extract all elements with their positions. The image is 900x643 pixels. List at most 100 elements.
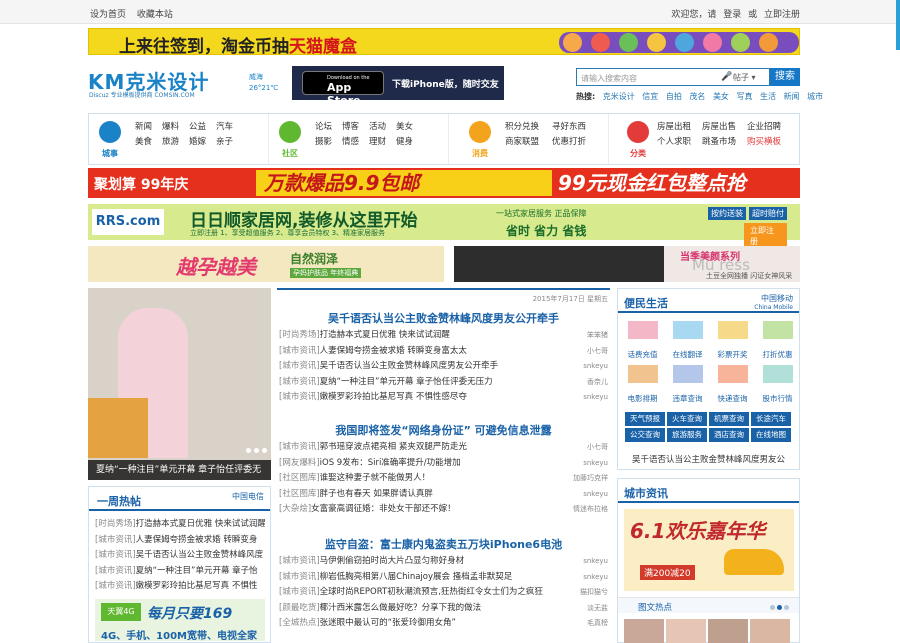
set-homepage-link[interactable]: 设为首页 [90, 7, 126, 20]
item-author[interactable]: 小七哥 [587, 344, 608, 360]
item-title[interactable]: 吴千语否认当公主败金赞林峰风度男友公开牵手 [320, 359, 499, 375]
nav-link[interactable]: 公益 [189, 120, 215, 135]
children-day-ad[interactable]: 6.1欢乐嘉年华 满200减20 [624, 509, 794, 591]
pics-thumbnails[interactable] [624, 619, 790, 643]
headline-3[interactable]: 监守自盗：富士康内鬼盗卖五万块iPhone6电池 [277, 536, 610, 552]
headline-1[interactable]: 吴千语否认当公主败金赞林峰风度男友公开牵手 [277, 310, 610, 326]
chat-icon[interactable] [279, 121, 301, 143]
hot-search-link[interactable]: 自拍 [666, 91, 682, 102]
pics-dots[interactable] [768, 603, 789, 613]
item-category[interactable]: [时尚秀场] [95, 517, 136, 533]
nav-link[interactable]: 优惠打折 [552, 135, 598, 150]
item-title[interactable]: 马伊俐偷窃拍时尚大片凸显匀称好身材 [320, 554, 465, 570]
service-item[interactable]: 在线翻译 [665, 321, 710, 360]
life-headline[interactable]: 吴千语否认当公主败金赞林峰风度男友公 [618, 453, 799, 465]
item-author[interactable]: snkeyu [583, 390, 608, 406]
rrs-banner-ad[interactable]: RRS.com 日日顺家居网,装修从这里开始 立即注册 1、享受超值服务 2、尊… [88, 204, 800, 249]
beauty-banner-ad[interactable]: 当季美颜系列 Mu ress 土豆全网独播 闪证女神风采 [454, 246, 800, 282]
item-category[interactable]: [全城热点] [279, 616, 320, 632]
list-item[interactable]: [城市资讯]全球时尚REPORT初秋潮流预言,狂热街红令女士们为之疯狂 猫扣猫兮 [279, 585, 608, 601]
list-item[interactable]: [城市资讯]嫩模罗彩玲拍比基尼写真 不惧性 [95, 579, 265, 595]
nav-link[interactable]: 情感 [342, 135, 368, 150]
item-author[interactable]: 淡无盐 [587, 601, 608, 617]
list-item[interactable]: [城市资讯]郭书瑶穿波点裙亮相 紧夹双腿严防走光 小七哥 [279, 440, 608, 456]
nav-link[interactable]: 旅游 [162, 135, 188, 150]
nav-link[interactable]: 美食 [135, 135, 161, 150]
maternity-banner-ad[interactable]: 越孕越美 自然润泽 孕妈护肤品 年终福典 [88, 246, 444, 282]
nav-link[interactable]: 摄影 [315, 135, 341, 150]
service-item[interactable]: 话费充值 [620, 321, 665, 360]
item-category[interactable]: [大杂烩] [279, 502, 311, 518]
hot-search-link[interactable]: 信宜 [642, 91, 658, 102]
hot-search-link[interactable]: 美女 [713, 91, 729, 102]
item-title[interactable]: 椰汁西米露怎么做最好吃？分享下我的做法 [320, 601, 482, 617]
hot-search-link[interactable]: 生活 [760, 91, 776, 102]
item-category[interactable]: [城市资讯] [95, 579, 136, 595]
quick-query-button[interactable]: 火车查询 [667, 412, 707, 426]
item-category[interactable]: [颜最吃货] [279, 601, 320, 617]
hot-search-link[interactable]: 茂名 [689, 91, 705, 102]
item-author[interactable]: snkeyu [583, 456, 608, 472]
item-category[interactable]: [城市资讯] [279, 359, 320, 375]
item-author[interactable]: 加藤巧克祥 [573, 471, 608, 487]
item-title[interactable]: 嫩模罗彩玲拍比基尼写真 不惧性感尽夺 [320, 390, 467, 406]
nav-link[interactable]: 活动 [369, 120, 395, 135]
nav-link[interactable]: 购买横板 [747, 135, 791, 150]
photo-caption[interactable]: 夏纳“一种注目”单元开幕 章子怡任评委无 [88, 460, 271, 480]
list-item[interactable]: [城市资讯]吴千语否认当公主败金赞林峰风度 [95, 548, 265, 564]
hot-search-link[interactable]: 写真 [736, 91, 752, 102]
item-title[interactable]: 谁娶这种妻子就不能做男人！ [320, 471, 431, 487]
nav-link[interactable]: 美女 [396, 120, 422, 135]
item-category[interactable]: [城市资讯] [279, 554, 320, 570]
nav-link[interactable]: 跳蚤市场 [702, 135, 746, 150]
item-category[interactable]: [社区图库] [279, 471, 320, 487]
item-title[interactable]: iOS 9发布：Siri准确率提升/功能增加 [320, 456, 461, 472]
nav-link[interactable]: 房屋出售 [702, 120, 746, 135]
microphone-icon[interactable]: 🎤 [721, 72, 732, 82]
nav-link[interactable]: 汽车 [216, 120, 242, 135]
nav-link[interactable]: 健身 [396, 135, 422, 150]
item-author[interactable]: snkeyu [583, 554, 608, 570]
item-category[interactable]: [城市资讯] [279, 344, 320, 360]
quick-query-button[interactable]: 天气预报 [625, 412, 665, 426]
item-title[interactable]: 柳岩低胸亮相第八届Chinajoy展会 搔档孟非默契足 [320, 570, 513, 586]
nav-link[interactable]: 商家联盟 [505, 135, 551, 150]
juhuasuan-banner-ad[interactable]: 聚划算 99年庆 万款爆品9.9包邮 99元现金红包整点抢 [88, 168, 800, 198]
list-item[interactable]: [城市资讯]柳岩低胸亮相第八届Chinajoy展会 搔档孟非默契足 snkeyu [279, 570, 608, 586]
telecom-4g-ad[interactable]: 天翼4G 每月只要169 4G、手机、100M宽带、电视全家有 [95, 599, 265, 642]
nav-link[interactable]: 亲子 [216, 135, 242, 150]
list-item[interactable]: [社区图库]谁娶这种妻子就不能做男人！ 加藤巧克祥 [279, 471, 608, 487]
item-category[interactable]: [城市资讯] [279, 440, 320, 456]
nav-link[interactable]: 爆料 [162, 120, 188, 135]
item-author[interactable]: snkeyu [583, 487, 608, 503]
list-item[interactable]: [城市资讯]夏纳“一种注目”单元开幕 章子怡 [95, 564, 265, 580]
bookmark-link[interactable]: 收藏本站 [137, 7, 173, 20]
list-item[interactable]: [颜最吃货]椰汁西米露怎么做最好吃？分享下我的做法 淡无盐 [279, 601, 608, 617]
hot-search-link[interactable]: 新闻 [784, 91, 800, 102]
list-item[interactable]: [城市资讯]夏纳“一种注目”单元开幕 章子怡任评委无压力 香奈儿 [279, 375, 608, 391]
item-category[interactable]: [城市资讯] [279, 570, 320, 586]
list-item[interactable]: [大杂烩]女富豪高调征婚：非处女干部还不嫁！ 情迷布拉格 [279, 502, 608, 518]
item-category[interactable]: [网友爆料] [279, 456, 320, 472]
item-title[interactable]: 胖子也有春天 如果胖请认真胖 [320, 487, 433, 503]
item-title[interactable]: 人妻保姆夸捞金被求婚 转瞬变身 [136, 533, 258, 549]
item-title[interactable]: 打造赫本式夏日优雅 快来试试润醒 [320, 328, 450, 344]
item-title[interactable]: 全球时尚REPORT初秋潮流预言,狂热街红令女士们为之疯狂 [320, 585, 543, 601]
nav-link[interactable]: 企业招聘 [747, 120, 791, 135]
site-logo[interactable]: KM克米设计 Discuz 专业模板提供商 COMSIN.COM [88, 66, 228, 100]
register-link[interactable]: 立即注册 [764, 7, 800, 20]
nav-link[interactable]: 积分兑换 [505, 120, 551, 135]
search-button[interactable]: 搜索 [770, 68, 800, 86]
service-item[interactable]: 打折优惠 [755, 321, 800, 360]
nav-link[interactable]: 理财 [369, 135, 395, 150]
service-item[interactable]: 电影排期 [620, 365, 665, 404]
list-item[interactable]: [城市资讯]嫩模罗彩玲拍比基尼写真 不惧性感尽夺 snkeyu [279, 390, 608, 406]
item-category[interactable]: [城市资讯] [279, 585, 320, 601]
scrollbar-thumb[interactable] [896, 0, 900, 50]
nav-link[interactable]: 博客 [342, 120, 368, 135]
hot-search-link[interactable]: 克米设计 [603, 91, 635, 102]
item-title[interactable]: 吴千语否认当公主败金赞林峰风度 [136, 548, 264, 564]
item-author[interactable]: 毛真榜 [587, 616, 608, 632]
item-author[interactable]: 猫扣猫兮 [580, 585, 608, 601]
app-download-banner[interactable]: Download on the App Store 下载iPhone版，随时交友 [292, 66, 504, 107]
